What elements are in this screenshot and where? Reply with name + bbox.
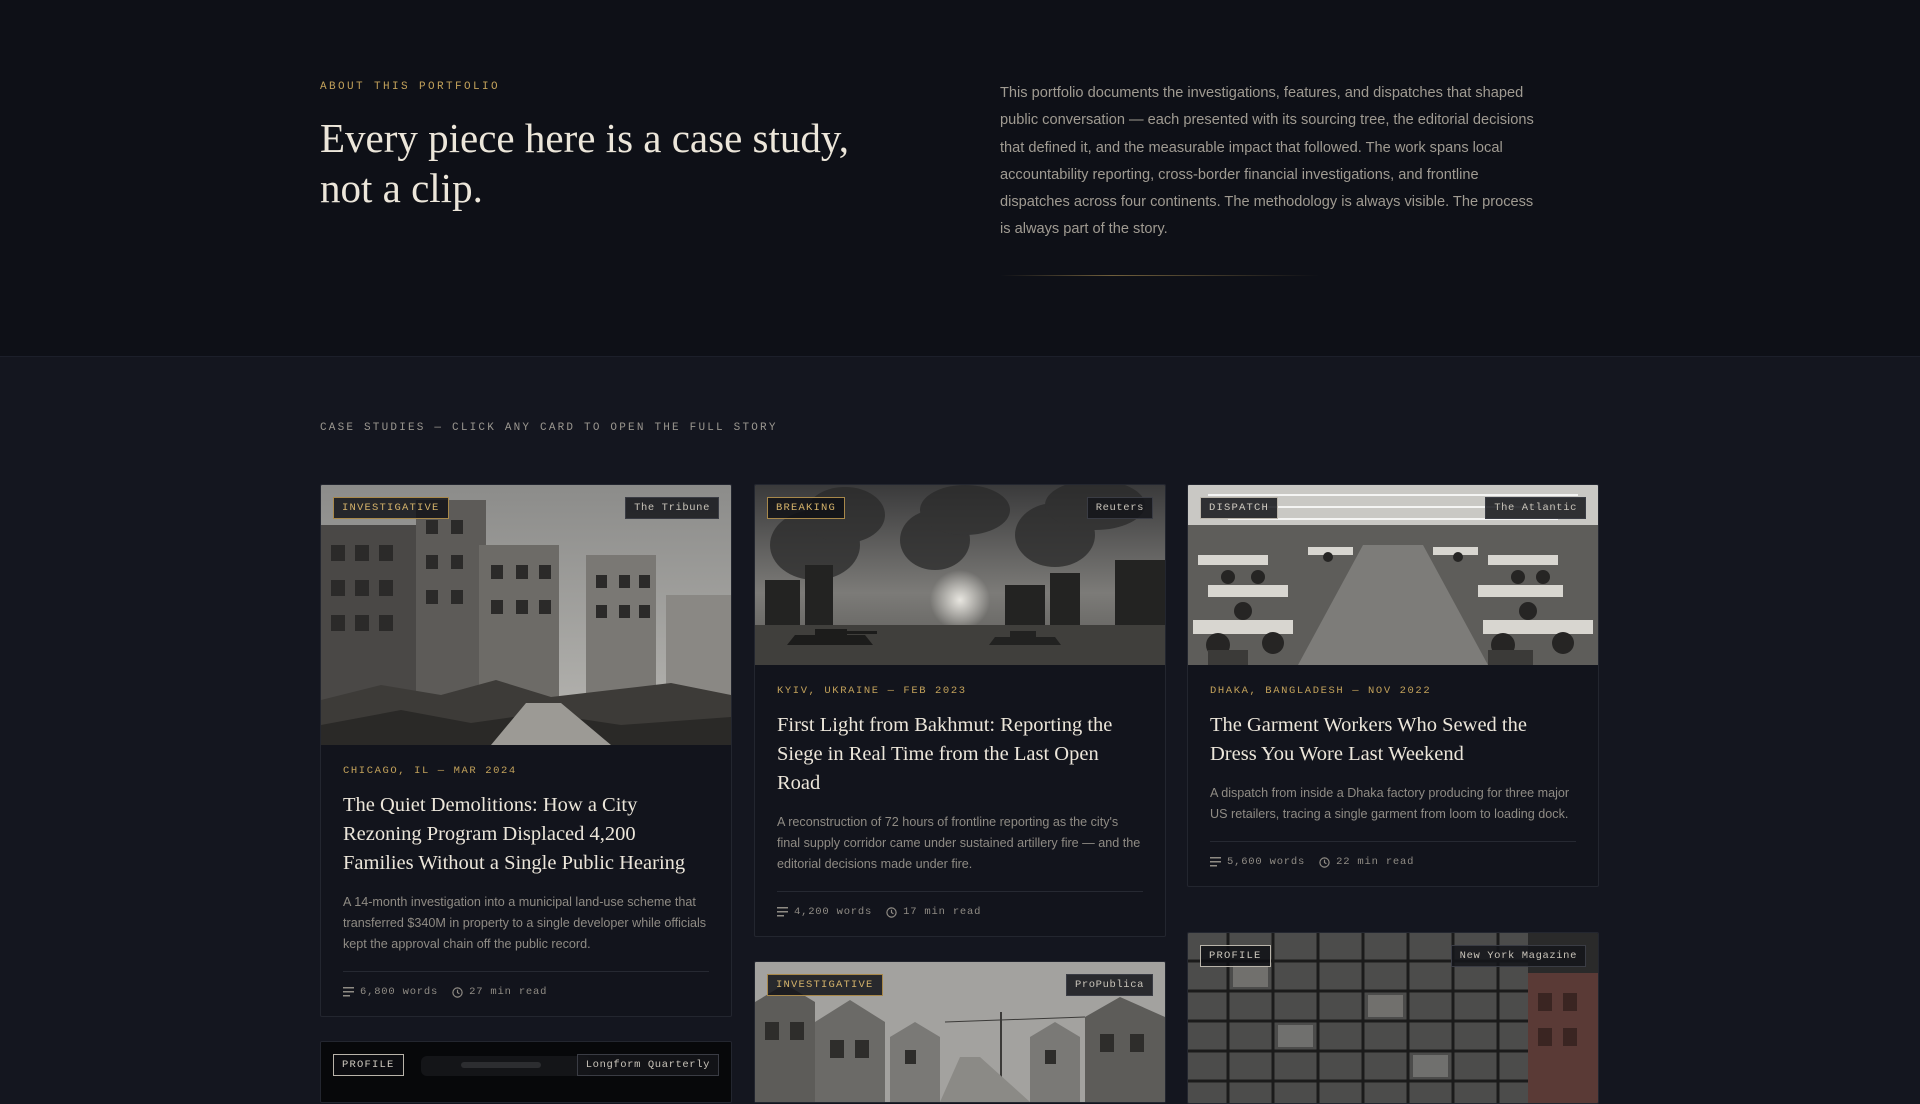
- card-description: A 14-month investigation into a municipa…: [343, 895, 707, 951]
- card-meta: 4,200 words 17 min read: [777, 891, 1143, 918]
- read-time: 17 min read: [886, 906, 981, 918]
- word-count: 5,600 words: [1210, 856, 1305, 868]
- about-headline: Every piece here is a case study, not a …: [320, 115, 849, 211]
- case-studies-label: CASE STUDIES — CLICK ANY CARD TO OPEN TH…: [320, 422, 778, 434]
- card-location: DHAKA, BANGLADESH — NOV 2022: [1210, 685, 1432, 697]
- card-meta: 6,800 words 27 min read: [343, 971, 709, 998]
- card-description: A reconstruction of 72 hours of frontlin…: [777, 815, 1141, 871]
- demolished-buildings-image: [321, 485, 731, 745]
- publication-tag: Reuters: [1086, 497, 1153, 519]
- clock-icon: [886, 906, 897, 918]
- card-image: INVESTIGATIVE ProPublica: [755, 962, 1165, 1102]
- publication-tag: New York Magazine: [1450, 945, 1586, 967]
- card-image: INVESTIGATIVE The Tribune: [321, 485, 731, 745]
- category-tag: INVESTIGATIVE: [333, 497, 449, 519]
- word-count-text: 4,200 words: [794, 906, 873, 918]
- publication-tag: The Tribune: [625, 497, 719, 519]
- category-tag: DISPATCH: [1200, 497, 1279, 519]
- case-study-card[interactable]: DISPATCH The Atlantic DHAKA, BANGLADESH …: [1187, 484, 1599, 887]
- category-tag: BREAKING: [767, 497, 846, 519]
- read-time: 22 min read: [1319, 856, 1414, 868]
- card-meta: 5,600 words 22 min read: [1210, 841, 1576, 868]
- publication-tag: ProPublica: [1065, 974, 1153, 996]
- divider-rule: [1000, 275, 1320, 276]
- about-intro: This portfolio documents the investigati…: [1000, 85, 1534, 238]
- case-study-card[interactable]: BREAKING Reuters KYIV, UKRAINE — FEB 202…: [754, 484, 1166, 937]
- card-description: A dispatch from inside a Dhaka factory p…: [1210, 786, 1570, 821]
- about-section: ABOUT THIS PORTFOLIO Every piece here is…: [0, 0, 1920, 357]
- read-time-text: 27 min read: [469, 986, 548, 998]
- card-location: CHICAGO, IL — MAR 2024: [343, 765, 517, 777]
- case-study-card[interactable]: PROFILE New York Magazine: [1187, 932, 1599, 1104]
- case-study-card[interactable]: PROFILE Longform Quarterly: [320, 1041, 732, 1103]
- case-study-card[interactable]: INVESTIGATIVE The Tribune CHICAGO, IL — …: [320, 484, 732, 1017]
- card-image: BREAKING Reuters: [755, 485, 1165, 665]
- read-time: 27 min read: [452, 986, 547, 998]
- text-lines-icon: [777, 907, 788, 917]
- word-count: 6,800 words: [343, 986, 438, 998]
- clock-icon: [452, 986, 463, 998]
- read-time-text: 22 min read: [1336, 856, 1415, 868]
- word-count-text: 6,800 words: [360, 986, 439, 998]
- card-image: DISPATCH The Atlantic: [1188, 485, 1598, 665]
- word-count: 4,200 words: [777, 906, 872, 918]
- category-tag: PROFILE: [1200, 945, 1271, 967]
- card-title[interactable]: First Light from Bakhmut: Reporting the …: [777, 711, 1143, 798]
- card-image: PROFILE New York Magazine: [1188, 933, 1598, 1103]
- category-tag: INVESTIGATIVE: [767, 974, 883, 996]
- category-tag: PROFILE: [333, 1054, 404, 1076]
- about-eyebrow: ABOUT THIS PORTFOLIO: [320, 81, 501, 93]
- case-study-card[interactable]: INVESTIGATIVE ProPublica: [754, 961, 1166, 1103]
- word-count-text: 5,600 words: [1227, 856, 1306, 868]
- text-lines-icon: [343, 987, 354, 997]
- card-image: PROFILE Longform Quarterly: [321, 1042, 731, 1102]
- card-title[interactable]: The Quiet Demolitions: How a City Rezoni…: [343, 791, 709, 878]
- card-title[interactable]: The Garment Workers Who Sewed the Dress …: [1210, 711, 1576, 769]
- card-location: KYIV, UKRAINE — FEB 2023: [777, 685, 967, 697]
- publication-tag: Longform Quarterly: [576, 1054, 719, 1076]
- clock-icon: [1319, 856, 1330, 868]
- publication-tag: The Atlantic: [1485, 497, 1586, 519]
- read-time-text: 17 min read: [903, 906, 982, 918]
- text-lines-icon: [1210, 857, 1221, 867]
